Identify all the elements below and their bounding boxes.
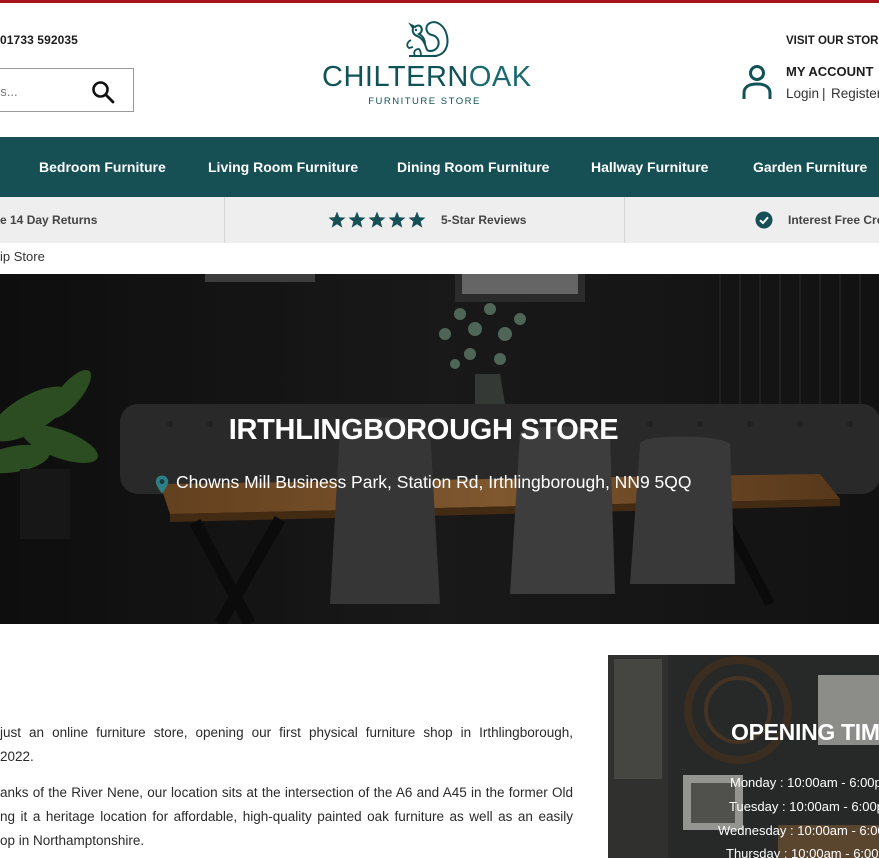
intro-paragraph-2: anks of the River Nene, our location sit… bbox=[0, 781, 573, 853]
usp-divider bbox=[224, 197, 225, 243]
my-account-heading: MY ACCOUNT bbox=[786, 64, 874, 79]
nav-bedroom-furniture[interactable]: Bedroom Furniture bbox=[39, 137, 166, 197]
usp-bar: e 14 Day Returns 5-Star Reviews Interest… bbox=[0, 197, 879, 243]
usp-finance: Interest Free Cre bbox=[788, 213, 879, 227]
paragraph-line: just an online furniture store, opening … bbox=[0, 725, 573, 740]
location-pin-icon bbox=[155, 475, 169, 494]
star-icon bbox=[328, 211, 346, 228]
logo-subtitle: FURNITURE STORE bbox=[368, 96, 481, 107]
opening-hours: 10:00am - 6:00pm bbox=[797, 823, 879, 838]
opening-row-wednesday: Wednesday : 10:00am - 6:00pm bbox=[718, 823, 879, 838]
logo-word-chiltern: CHILTERN bbox=[322, 61, 469, 93]
login-link[interactable]: Login bbox=[786, 86, 819, 101]
search-icon[interactable] bbox=[91, 80, 115, 104]
usp-divider bbox=[624, 197, 625, 243]
phone-number[interactable]: 01733 592035 bbox=[0, 33, 78, 47]
opening-row-tuesday: Tuesday : 10:00am - 6:00pm bbox=[729, 799, 879, 814]
opening-day: Tuesday bbox=[729, 799, 779, 814]
star-icon bbox=[368, 211, 386, 228]
opening-hours: 10:00am - 6:00pm bbox=[791, 846, 879, 858]
opening-times-card: OPENING TIMES Monday : 10:00am - 6:00pm … bbox=[608, 655, 879, 858]
star-icon bbox=[388, 211, 406, 228]
opening-day: Monday bbox=[730, 775, 777, 790]
nav-dining-room-furniture[interactable]: Dining Room Furniture bbox=[397, 137, 549, 197]
paragraph-line: anks of the River Nene, our location sit… bbox=[0, 785, 573, 800]
account-links-separator: | bbox=[822, 86, 826, 101]
visit-our-store-link[interactable]: VISIT OUR STORE bbox=[786, 35, 879, 47]
paragraph-line: op in Northamptonshire. bbox=[0, 833, 145, 848]
logo-word-oak: OAK bbox=[468, 61, 532, 93]
opening-row-monday: Monday : 10:00am - 6:00pm bbox=[730, 775, 879, 790]
user-account-icon[interactable] bbox=[741, 64, 773, 100]
store-title: IRTHLINGBOROUGH STORE bbox=[228, 414, 619, 446]
opening-day: Thursday bbox=[726, 846, 781, 858]
opening-hours: 10:00am - 6:00pm bbox=[787, 775, 879, 790]
opening-hours: 10:00am - 6:00pm bbox=[789, 799, 879, 814]
breadcrumb-current: ip Store bbox=[0, 249, 45, 264]
intro-paragraph-1: just an online furniture store, opening … bbox=[0, 721, 573, 769]
opening-row-thursday: Thursday : 10:00am - 6:00pm bbox=[726, 846, 879, 858]
usp-reviews: 5-Star Reviews bbox=[441, 213, 527, 227]
paragraph-line: ng it a heritage location for affordable… bbox=[0, 809, 573, 824]
usp-returns: e 14 Day Returns bbox=[0, 213, 98, 227]
chiltern-oak-logo[interactable]: CHILTERNOAK FURNITURE STORE bbox=[322, 16, 531, 110]
check-circle-icon bbox=[755, 211, 773, 229]
opening-times-title: OPENING TIMES bbox=[731, 719, 879, 745]
nav-living-room-furniture[interactable]: Living Room Furniture bbox=[208, 137, 358, 197]
search-box bbox=[0, 68, 134, 113]
store-address: Chowns Mill Business Park, Station Rd, I… bbox=[176, 472, 692, 492]
nav-hallway-furniture[interactable]: Hallway Furniture bbox=[591, 137, 708, 197]
star-icon bbox=[348, 211, 366, 228]
logo-wordmark: CHILTERNOAK bbox=[322, 60, 531, 94]
squirrel-logo-icon bbox=[406, 21, 449, 57]
nav-garden-furniture[interactable]: Garden Furniture bbox=[753, 137, 867, 197]
search-input[interactable] bbox=[0, 69, 91, 113]
hero-banner: IRTHLINGBOROUGH STORE Chowns Mill Busine… bbox=[0, 274, 879, 624]
top-accent-line bbox=[0, 0, 879, 3]
paragraph-line: 2022. bbox=[0, 749, 34, 764]
five-star-rating-icon bbox=[328, 211, 426, 228]
main-navigation: Bedroom Furniture Living Room Furniture … bbox=[0, 137, 879, 197]
register-link[interactable]: Register bbox=[831, 86, 879, 101]
star-icon bbox=[408, 211, 426, 228]
opening-day: Wednesday bbox=[718, 823, 787, 838]
hero-dining-room-image bbox=[0, 274, 879, 624]
